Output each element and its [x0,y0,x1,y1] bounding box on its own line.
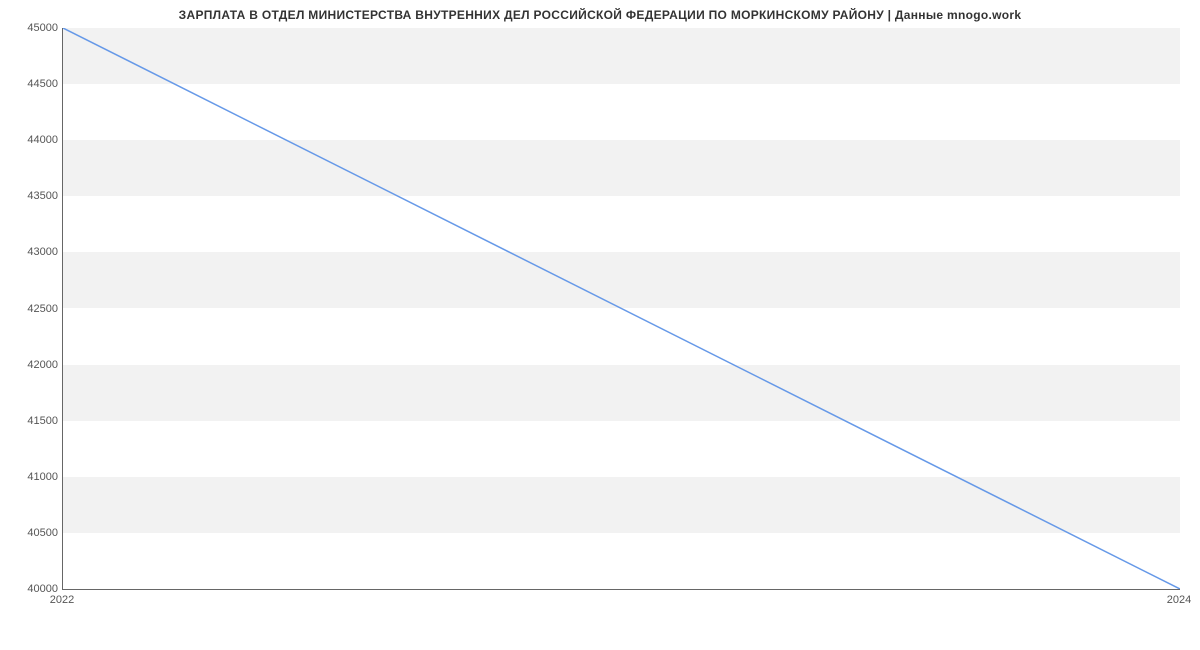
y-tick-label: 43000 [8,246,58,258]
y-tick-label: 41000 [8,471,58,483]
y-tick-label: 45000 [8,22,58,34]
plot-area [62,28,1180,590]
y-tick-label: 41500 [8,415,58,427]
y-tick-label: 40500 [8,527,58,539]
y-tick-label: 43500 [8,190,58,202]
x-tick-label: 2024 [1167,594,1191,606]
y-tick-label: 44000 [8,134,58,146]
chart-title: ЗАРПЛАТА В ОТДЕЛ МИНИСТЕРСТВА ВНУТРЕННИХ… [0,8,1200,22]
y-tick-label: 44500 [8,78,58,90]
y-tick-label: 42500 [8,303,58,315]
line-series [63,28,1180,589]
x-tick-label: 2022 [50,594,74,606]
chart-container: ЗАРПЛАТА В ОТДЕЛ МИНИСТЕРСТВА ВНУТРЕННИХ… [0,0,1200,620]
y-tick-label: 42000 [8,359,58,371]
